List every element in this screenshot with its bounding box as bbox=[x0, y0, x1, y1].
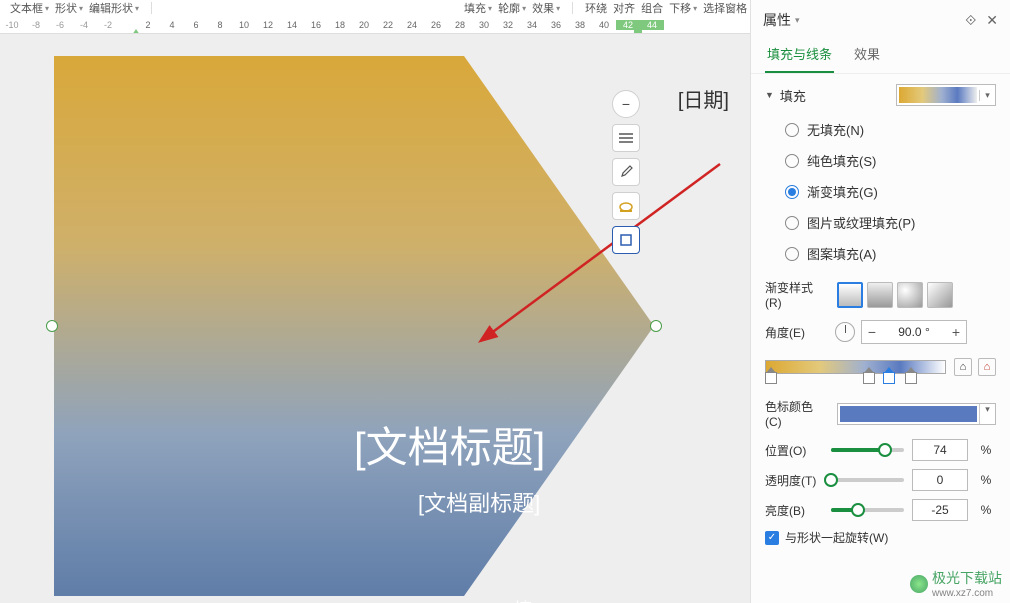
tb-align[interactable]: 对齐 bbox=[613, 0, 635, 16]
ruler-horizontal: -10 -8 -6 -4 -2 2 4 6 8 10 12 14 16 18 2… bbox=[0, 16, 750, 34]
pentagon-shape-svg bbox=[54, 56, 654, 596]
tb-effects[interactable]: 效果▾ bbox=[532, 0, 560, 16]
pin-icon[interactable]: ⟐ bbox=[965, 12, 976, 29]
transparency-slider[interactable] bbox=[831, 478, 904, 482]
gradient-bar[interactable] bbox=[765, 360, 946, 374]
transparency-value[interactable]: 0 bbox=[912, 469, 968, 491]
angle-minus[interactable]: − bbox=[862, 324, 882, 340]
grad-stop-2[interactable] bbox=[863, 372, 875, 386]
fill-section: ▼填充 ▾ 无填充(N) 纯色填充(S) 渐变填充(G) 图片或纹理填充(P) … bbox=[751, 74, 1010, 556]
rotate-with-shape-row[interactable]: ✓ 与形状一起旋转(W) bbox=[765, 529, 996, 546]
radio-no-fill[interactable]: 无填充(N) bbox=[785, 120, 990, 139]
zoom-out-button[interactable]: − bbox=[612, 90, 640, 118]
stop-color-label: 色标颜色(C) bbox=[765, 398, 829, 429]
stop-color-dropdown[interactable]: ▾ bbox=[837, 403, 996, 425]
resize-handle-left[interactable] bbox=[46, 320, 58, 332]
brightness-label: 亮度(B) bbox=[765, 502, 823, 519]
radio-picture-fill[interactable]: 图片或纹理填充(P) bbox=[785, 213, 990, 232]
doc-title-placeholder[interactable]: [文档标题] bbox=[354, 414, 545, 475]
rotate-checkbox[interactable]: ✓ bbox=[765, 531, 779, 545]
grad-stop-3[interactable] bbox=[883, 372, 895, 386]
tab-effect[interactable]: 效果 bbox=[852, 36, 882, 73]
panel-title[interactable]: 属性▾ bbox=[763, 10, 800, 30]
date-placeholder[interactable]: [日期] bbox=[678, 84, 729, 113]
crop-tool-button[interactable] bbox=[612, 226, 640, 254]
doc-bottom-text: 摘 bbox=[514, 596, 532, 603]
angle-plus[interactable]: + bbox=[946, 324, 966, 340]
fill-swatch-dropdown[interactable]: ▾ bbox=[896, 84, 996, 106]
grad-style-opt2[interactable] bbox=[867, 282, 893, 308]
transparency-label: 透明度(T) bbox=[765, 472, 823, 489]
angle-spinner[interactable]: − 90.0 ° + bbox=[861, 320, 967, 344]
brightness-value[interactable]: -25 bbox=[912, 499, 968, 521]
properties-panel: 属性▾ ⟐ ✕ 填充与线条 效果 ▼填充 ▾ 无填充(N) 纯色填充(S) 渐变… bbox=[750, 0, 1010, 603]
tb-shape[interactable]: 形状▾ bbox=[55, 0, 83, 16]
tb-textbox[interactable]: 文本框▾ bbox=[10, 0, 49, 16]
tab-fill-line[interactable]: 填充与线条 bbox=[765, 36, 834, 73]
resize-handle-right[interactable] bbox=[650, 320, 662, 332]
brightness-slider[interactable] bbox=[831, 508, 904, 512]
angle-label: 角度(E) bbox=[765, 324, 829, 341]
grad-style-options bbox=[837, 282, 953, 308]
fill-type-radios: 无填充(N) 纯色填充(S) 渐变填充(G) 图片或纹理填充(P) 图案填充(A… bbox=[765, 114, 996, 269]
grad-stop-4[interactable] bbox=[905, 372, 917, 386]
fill-tool-button[interactable] bbox=[612, 192, 640, 220]
position-value[interactable]: 74 bbox=[912, 439, 968, 461]
panel-tabs: 填充与线条 效果 bbox=[751, 36, 1010, 74]
fill-section-label[interactable]: ▼填充 bbox=[765, 86, 806, 105]
grad-stop-1[interactable] bbox=[765, 372, 777, 386]
tb-outline[interactable]: 轮廓▾ bbox=[498, 0, 526, 16]
watermark-icon bbox=[910, 575, 928, 593]
doc-subtitle-placeholder[interactable]: [文档副标题] bbox=[418, 486, 540, 518]
radio-gradient-fill[interactable]: 渐变填充(G) bbox=[785, 182, 990, 201]
panel-header: 属性▾ ⟐ ✕ bbox=[751, 0, 1010, 36]
toolbar-right: 环绕 对齐 组合 下移▾ 选择窗格 bbox=[585, 0, 747, 16]
tb-down[interactable]: 下移▾ bbox=[669, 0, 697, 16]
gradient-editor[interactable]: ⌂ ⌂ bbox=[765, 354, 996, 388]
tb-editshape[interactable]: 编辑形状▾ bbox=[89, 0, 139, 16]
grad-style-opt4[interactable] bbox=[927, 282, 953, 308]
tb-fill[interactable]: 填充▾ bbox=[464, 0, 492, 16]
angle-dial[interactable] bbox=[835, 322, 855, 342]
close-icon[interactable]: ✕ bbox=[986, 12, 998, 29]
document-canvas[interactable]: [文档标题] [文档副标题] 摘 [日期] − bbox=[0, 34, 750, 603]
eyedropper-button[interactable] bbox=[612, 158, 640, 186]
remove-stop-button[interactable]: ⌂ bbox=[978, 358, 996, 376]
tb-wrap[interactable]: 环绕 bbox=[585, 0, 607, 16]
position-slider[interactable] bbox=[831, 448, 904, 452]
watermark: 极光下载站 www.xz7.com bbox=[910, 568, 1002, 599]
radio-pattern-fill[interactable]: 图案填充(A) bbox=[785, 244, 990, 263]
page: [文档标题] [文档副标题] 摘 [日期] bbox=[54, 46, 654, 603]
grad-style-radial[interactable] bbox=[897, 282, 923, 308]
toolbar-mid: 填充▾ 轮廓▾ 效果▾ bbox=[464, 0, 560, 16]
ruler-margin-marker[interactable] bbox=[634, 27, 642, 34]
grad-style-label: 渐变样式(R) bbox=[765, 279, 829, 310]
selected-shape[interactable]: [文档标题] [文档副标题] 摘 bbox=[54, 56, 654, 596]
toolbar-left: 文本框▾ 形状▾ 编辑形状▾ bbox=[10, 0, 139, 16]
rotate-label: 与形状一起旋转(W) bbox=[785, 529, 888, 546]
tb-selpane[interactable]: 选择窗格 bbox=[703, 0, 747, 16]
floating-palette: − bbox=[612, 90, 642, 254]
grad-style-linear[interactable] bbox=[837, 282, 863, 308]
position-label: 位置(O) bbox=[765, 442, 823, 459]
add-stop-button[interactable]: ⌂ bbox=[954, 358, 972, 376]
radio-solid-fill[interactable]: 纯色填充(S) bbox=[785, 151, 990, 170]
outline-view-button[interactable] bbox=[612, 124, 640, 152]
tb-group[interactable]: 组合 bbox=[641, 0, 663, 16]
